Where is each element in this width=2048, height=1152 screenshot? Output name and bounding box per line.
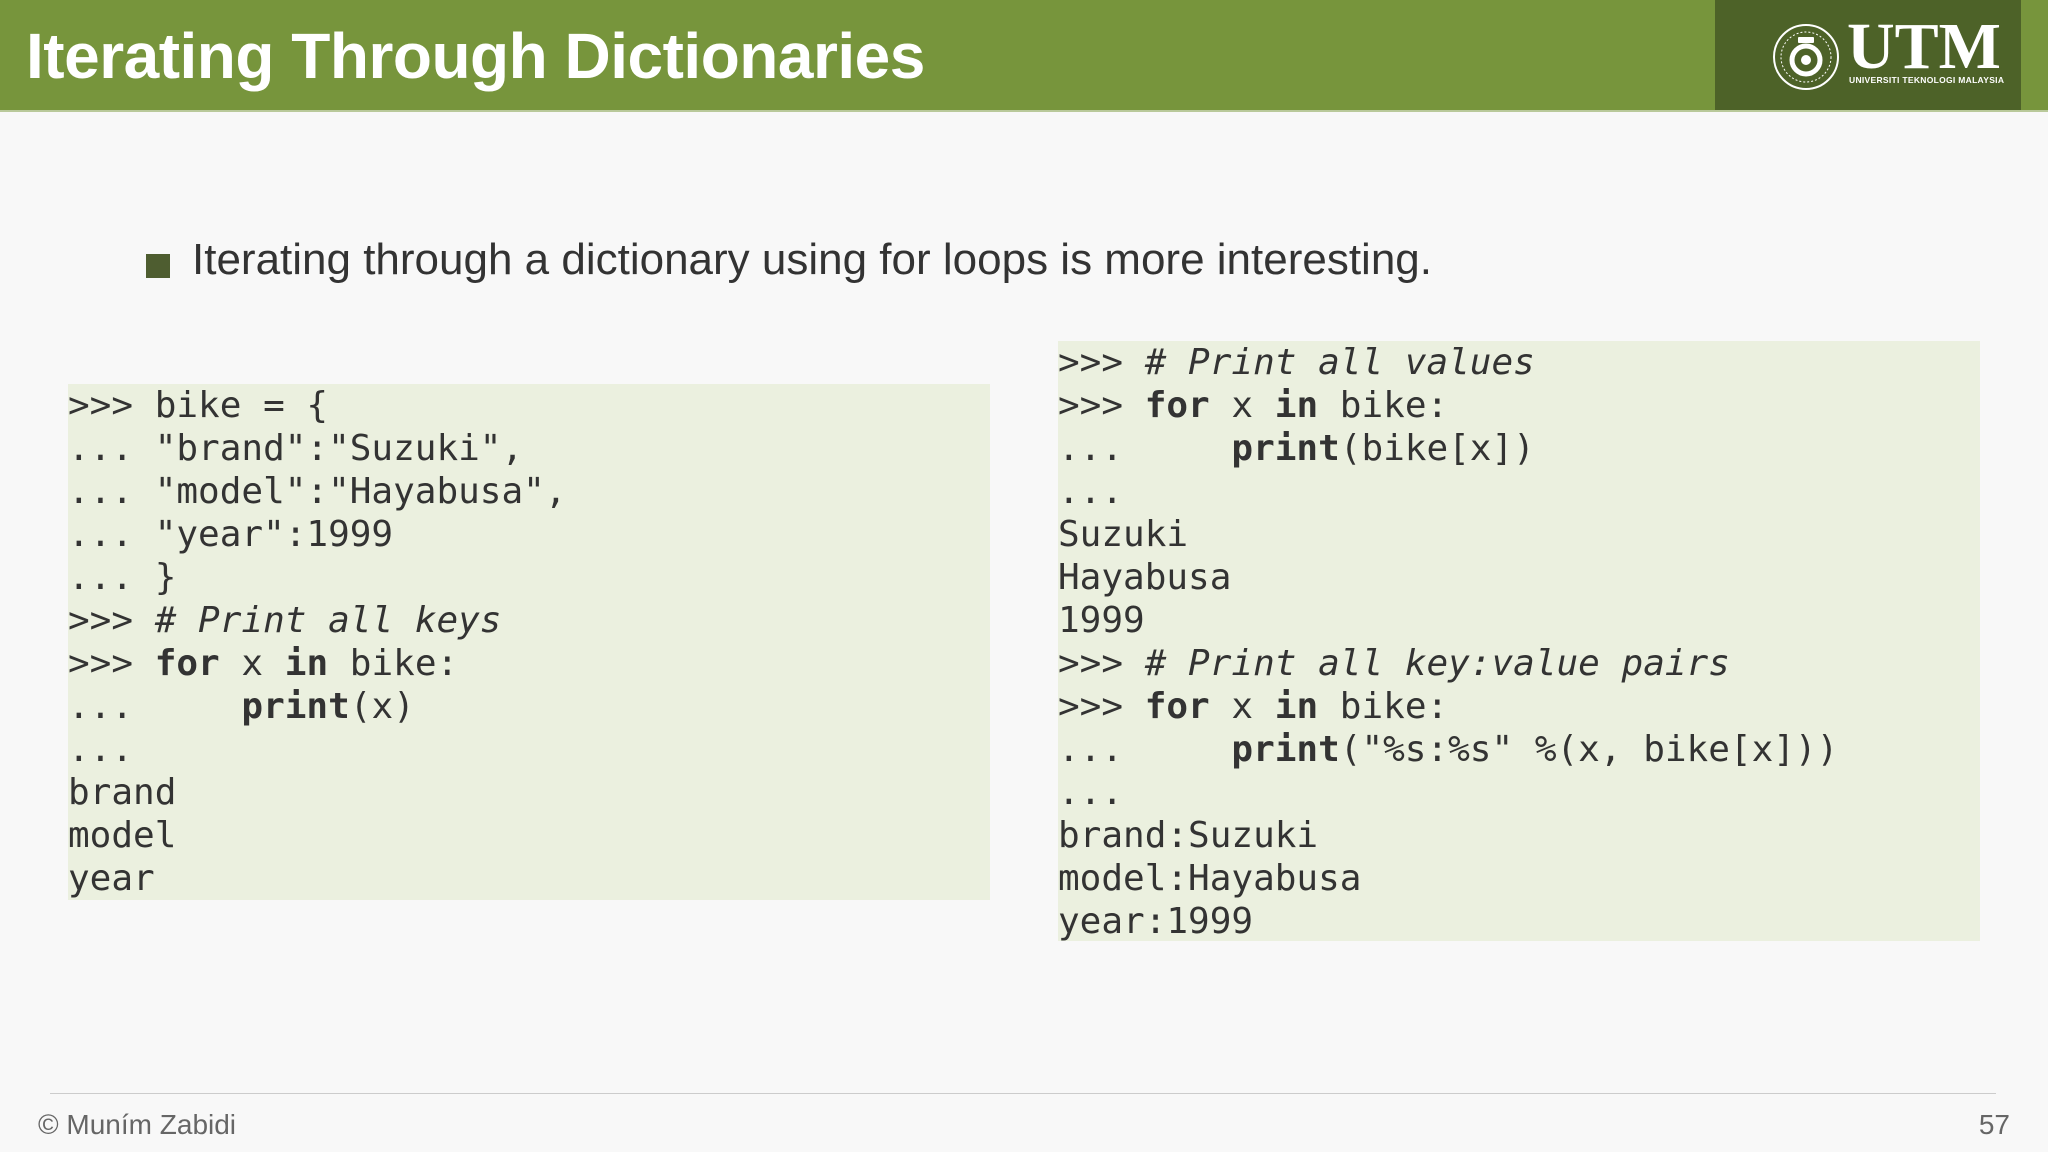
code-text: >>>	[68, 643, 155, 684]
bullet-text: Iterating through a dictionary using for…	[192, 235, 1432, 284]
code-text: >>>	[1058, 643, 1145, 684]
code-text: >>>	[1058, 686, 1145, 727]
code-line: brand	[68, 771, 990, 814]
code-keyword: for	[1144, 686, 1210, 727]
code-text: x	[1209, 385, 1275, 426]
code-line: >>> for x in bike:	[1058, 384, 1980, 427]
code-text: >>>	[1058, 385, 1145, 426]
code-line: ... print("%s:%s" %(x, bike[x]))	[1058, 728, 1980, 771]
code-text: ... "model":"Hayabusa",	[68, 471, 567, 512]
code-text: ... "year":1999	[68, 514, 394, 555]
code-text: ...	[1058, 428, 1232, 469]
code-line: model	[68, 814, 990, 857]
code-text: x	[219, 643, 285, 684]
code-keyword: in	[284, 643, 329, 684]
code-line: year	[68, 857, 990, 900]
code-line: ... print(x)	[68, 685, 990, 728]
code-text: bike:	[1318, 686, 1449, 727]
code-line: >>> # Print all values	[1058, 341, 1980, 384]
logo-wordmark: UTM	[1847, 10, 2001, 83]
page-number: 57	[1978, 1109, 2010, 1140]
bullet-square-icon	[146, 254, 170, 278]
code-text: ("%s:%s" %(x, bike[x]))	[1339, 729, 1839, 770]
code-text: (x)	[349, 686, 415, 727]
code-text: Hayabusa	[1058, 557, 1232, 598]
code-text: ...	[1058, 471, 1124, 512]
code-line: model:Hayabusa	[1058, 857, 1980, 900]
code-line: Suzuki	[1058, 513, 1980, 556]
code-line: >>> bike = {	[68, 384, 990, 427]
code-keyword: in	[1274, 686, 1319, 727]
slide-title: Iterating Through Dictionaries	[26, 20, 925, 92]
code-line: brand:Suzuki	[1058, 814, 1980, 857]
code-line: >>> for x in bike:	[1058, 685, 1980, 728]
utm-logo: UTM UNIVERSITI TEKNOLOGI MALAYSIA	[1715, 0, 2021, 110]
title-bar: Iterating Through Dictionaries UTM UNIVE…	[0, 0, 2048, 112]
code-line: year:1999	[1058, 900, 1980, 943]
code-text: ...	[1058, 772, 1124, 813]
code-keyword: print	[1231, 729, 1340, 770]
code-line: >>> # Print all key:value pairs	[1058, 642, 1980, 685]
code-text: year	[68, 858, 155, 899]
code-line: >>> for x in bike:	[68, 642, 990, 685]
code-line: ...	[68, 728, 990, 771]
code-line: ... "brand":"Suzuki",	[68, 427, 990, 470]
code-line: ...	[1058, 771, 1980, 814]
code-keyword: print	[1231, 428, 1340, 469]
code-line: ... "year":1999	[68, 513, 990, 556]
code-line: ... }	[68, 556, 990, 599]
logo-subtitle: UNIVERSITI TEKNOLOGI MALAYSIA	[1849, 75, 2005, 85]
code-line: 1999	[1058, 599, 1980, 642]
utm-seal-icon	[1773, 24, 1839, 90]
code-text: >>>	[68, 600, 155, 641]
code-text: Suzuki	[1058, 514, 1189, 555]
code-text: >>>	[1058, 342, 1145, 383]
code-text: ... "brand":"Suzuki",	[68, 428, 524, 469]
code-keyword: for	[154, 643, 220, 684]
code-line: ...	[1058, 470, 1980, 513]
code-text: x	[1209, 686, 1275, 727]
code-block-left: >>> bike = {... "brand":"Suzuki",... "mo…	[68, 384, 990, 900]
code-text: model:Hayabusa	[1058, 858, 1362, 899]
code-line: >>> # Print all keys	[68, 599, 990, 642]
code-block-right: >>> # Print all values >>> for x in bike:…	[1058, 341, 1980, 943]
code-text: ...	[68, 686, 242, 727]
footer-author: © Muním Zabidi	[38, 1109, 237, 1140]
code-text: model	[68, 815, 177, 856]
code-text: (bike[x])	[1339, 428, 1535, 469]
code-text: brand	[68, 772, 177, 813]
footer-divider	[50, 1093, 1996, 1094]
code-text: 1999	[1058, 600, 1145, 641]
code-comment: # Print all values	[1144, 342, 1535, 383]
code-line: Hayabusa	[1058, 556, 1980, 599]
code-text: bike:	[1318, 385, 1449, 426]
code-text: ...	[68, 729, 134, 770]
code-keyword: in	[1274, 385, 1319, 426]
code-comment: # Print all keys	[154, 600, 502, 641]
code-keyword: print	[241, 686, 350, 727]
code-keyword: for	[1144, 385, 1210, 426]
code-comment: # Print all key:value pairs	[1144, 643, 1730, 684]
code-line: ... "model":"Hayabusa",	[68, 470, 990, 513]
code-text: year:1999	[1058, 901, 1254, 942]
code-text: >>> bike = {	[68, 385, 329, 426]
code-text: ...	[1058, 729, 1232, 770]
code-text: ... }	[68, 557, 177, 598]
code-line: ... print(bike[x])	[1058, 427, 1980, 470]
code-text: bike:	[328, 643, 459, 684]
code-text: brand:Suzuki	[1058, 815, 1319, 856]
